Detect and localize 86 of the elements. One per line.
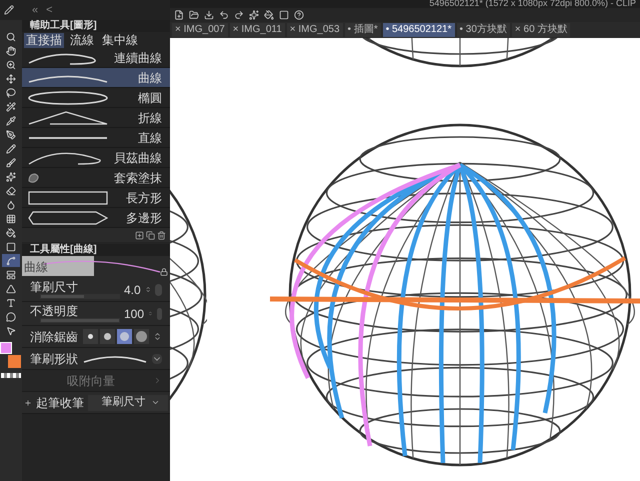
transparent-swatch[interactable] [1,373,21,378]
document-tab[interactable]: • 插圖* [344,23,381,37]
group-tab[interactable]: 直接描 [24,33,64,48]
folder-icon[interactable] [189,10,199,20]
help-icon[interactable] [294,10,304,20]
tool-button[interactable] [2,254,20,267]
square-icon [6,242,16,252]
lasso-icon [6,88,16,98]
brush-stroke-icon [82,354,148,364]
search-icon [6,32,16,42]
dropdown-icon [151,398,160,407]
trash-icon[interactable] [157,230,166,240]
group-tab[interactable]: 流線 [68,33,96,48]
undo-icon[interactable] [219,10,229,20]
curve-icon [6,256,16,266]
spin-icon[interactable] [148,309,153,318]
expand-icon[interactable] [24,398,32,406]
stroke-preview-icon [28,90,108,104]
sub-tool-item[interactable]: 折線 [22,108,170,128]
property-label: 消除鋸齒 [30,328,79,346]
pencil-icon[interactable] [4,5,14,15]
property-label: 筆刷形狀 [30,350,78,368]
stroke-preview-icon [28,110,108,124]
sub-tool-item[interactable]: 多邊形 [22,208,170,228]
stroke-preview-icon [28,172,40,182]
triangle-icon [6,284,16,294]
speech-bubble-icon [6,312,16,322]
zoom-icon [6,60,16,70]
eyedropper-icon [6,116,16,126]
new-file-icon[interactable] [174,10,184,20]
copy-icon[interactable] [146,230,155,240]
add-icon[interactable] [135,230,144,240]
drawing-canvas[interactable] [170,38,640,481]
property-label: 吸附向量 [67,372,116,390]
document-tab[interactable]: × 60 方块默 [512,23,570,37]
wand-icon [6,102,16,112]
antialias-option[interactable] [83,329,98,344]
bucket-icon[interactable] [264,10,274,20]
pen-icon [6,130,16,140]
move-icon [6,74,16,84]
back-button[interactable]: < [46,2,53,18]
spin-icon[interactable] [144,285,151,294]
slider-track[interactable] [40,294,120,299]
hand-icon [6,46,16,56]
collapse-button[interactable]: « [32,2,38,18]
lock-icon[interactable] [160,268,168,276]
document-tab[interactable]: × IMG_011 [230,23,285,37]
group-tab[interactable]: 集中線 [100,33,140,48]
sparkle-icon[interactable] [249,10,259,20]
dropdown-icon[interactable] [152,354,162,364]
stroke-preview-icon [28,210,108,224]
brush-icon [6,158,16,168]
antialias-option[interactable] [100,329,115,344]
sub-tool-item[interactable]: 長方形 [22,188,170,208]
download-icon[interactable] [204,10,214,20]
drop-icon [6,200,16,210]
property-label: 筆刷尺寸 [30,280,79,294]
document-tab[interactable]: • 30方块默 [456,23,510,37]
square-icon[interactable] [279,10,289,20]
sub-tool-item[interactable]: 橢圓 [22,88,170,108]
eraser-icon [6,186,16,196]
stroke-preview-icon [28,136,108,140]
document-tab[interactable]: • 5496502121* [382,23,455,37]
text-icon [6,298,16,308]
stroke-preview-icon [28,190,108,204]
panel-icon [6,270,16,280]
sparkle-icon [6,172,16,182]
document-tab[interactable]: × IMG_007 [172,23,228,37]
property-value: 4.0 [124,282,141,298]
grid-icon [6,214,16,224]
property-value: 100 [124,306,144,322]
main-color-swatch[interactable] [0,342,12,354]
sub-tool-item[interactable]: 曲線 [22,68,170,88]
sub-color-swatch[interactable] [8,355,21,368]
preview-label: 曲線 [24,259,48,276]
pencil-icon [6,144,16,154]
document-tab[interactable]: × IMG_053 [286,23,343,37]
redo-icon[interactable] [234,10,244,20]
property-label: 不透明度 [30,304,79,318]
dropdown-field[interactable]: 筆刷尺寸 [88,394,168,410]
spin-icon[interactable] [153,332,162,341]
antialias-option[interactable] [134,329,149,344]
pointer-icon [6,326,16,336]
property-label: 起筆收筆 [36,394,84,412]
panel-title: 工具屬性[曲線] [30,245,97,255]
bucket-icon [6,228,16,238]
